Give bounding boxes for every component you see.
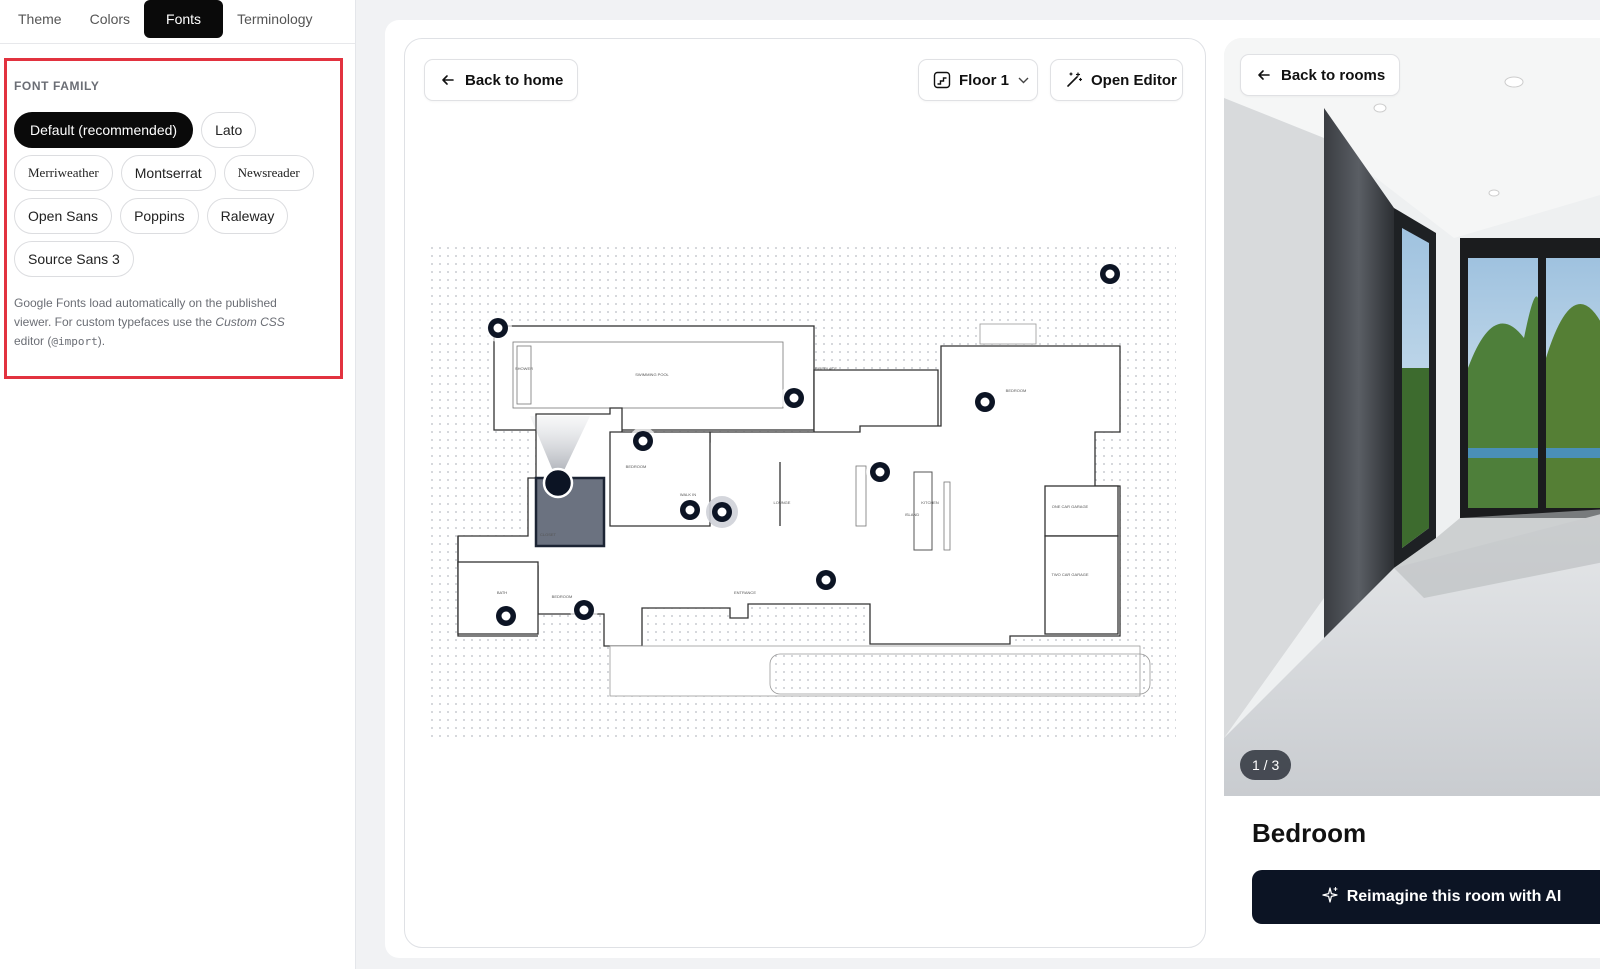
label-bath: BATH [497,590,507,595]
label-island: ISLAND [905,512,920,517]
open-editor-button[interactable]: Open Editor [1050,59,1183,101]
label-two-car-garage: TWO CAR GARAGE [1051,572,1088,577]
label-bedroom-1: BEDROOM [1006,388,1027,393]
font-family-section: FONT FAMILY Default (recommended) Lato M… [4,58,343,379]
hotspot[interactable] [676,496,704,524]
reimagine-room-button[interactable]: Reimagine this room with AI [1252,870,1600,924]
custom-css-reference: Custom CSS [215,315,285,329]
room-title: Bedroom [1252,818,1367,848]
label-swimming-pool: SWIMMING POOL [635,372,669,377]
tab-fonts[interactable]: Fonts [144,0,224,38]
hotspot[interactable] [484,314,512,342]
chevron-down-icon [1018,73,1029,87]
font-option-open-sans[interactable]: Open Sans [14,198,113,234]
hotspot[interactable] [1096,260,1124,288]
hotspot[interactable] [971,388,999,416]
font-options: Default (recommended) Lato Merriweather … [14,112,334,277]
import-code: @import [51,335,98,348]
font-option-default[interactable]: Default (recommended) [14,112,194,148]
label-closet: CLOSET [540,532,557,537]
sparkles-icon [1321,886,1339,909]
hotspot[interactable] [570,596,598,624]
hotspot[interactable] [812,566,840,594]
font-option-newsreader[interactable]: Newsreader [223,155,314,191]
tab-theme[interactable]: Theme [4,0,76,38]
arrow-left-icon [439,73,457,87]
tab-colors[interactable]: Colors [76,0,144,38]
label-bedroom-3: BEDROOM [552,594,573,599]
settings-panel: Theme Colors Fonts Terminology FONT FAMI… [0,0,356,969]
font-option-poppins[interactable]: Poppins [120,198,199,234]
font-option-lato[interactable]: Lato [201,112,257,148]
room-photo[interactable] [1224,38,1600,796]
hotspot[interactable] [706,496,738,528]
floor-label: Floor 1 [959,71,1010,89]
back-to-rooms-button[interactable]: Back to rooms [1240,54,1401,96]
font-option-montserrat[interactable]: Montserrat [120,155,216,191]
label-kitchen: KITCHEN [921,500,939,505]
label-fireplace: FIREPLACE [815,366,838,371]
back-to-home-button[interactable]: Back to home [424,59,579,101]
font-option-merriweather[interactable]: Merriweather [14,155,113,191]
font-helper-text: Google Fonts load automatically on the p… [14,296,285,348]
arrow-left-icon [1255,68,1273,82]
label-bedroom-2: BEDROOM [626,464,647,469]
hotspot[interactable] [492,602,520,630]
room-panel [1224,38,1600,948]
label-entrance: ENTRANCE [734,590,756,595]
photo-counter: 1 / 3 [1240,750,1292,780]
floor-plan[interactable]: SHOWER SWIMMING POOL FIREPLACE BEDROOM B… [430,246,1176,740]
hotspot[interactable] [629,427,657,455]
floor-selector[interactable]: Floor 1 [918,59,1038,101]
hotspot[interactable] [780,384,808,412]
stairs-icon [933,71,951,89]
label-lounge: LOUNGE [774,500,791,505]
tab-terminology[interactable]: Terminology [223,0,326,38]
section-label: FONT FAMILY [14,79,100,93]
label-shower: SHOWER [515,366,533,371]
settings-tabs: Theme Colors Fonts Terminology [0,0,355,44]
wand-icon [1065,71,1083,89]
font-option-source-sans-3[interactable]: Source Sans 3 [14,241,134,277]
hotspot[interactable] [866,458,894,486]
active-hotspot[interactable] [542,467,574,499]
font-option-raleway[interactable]: Raleway [206,198,289,234]
label-one-car-garage: ONE CAR GARAGE [1052,504,1089,509]
